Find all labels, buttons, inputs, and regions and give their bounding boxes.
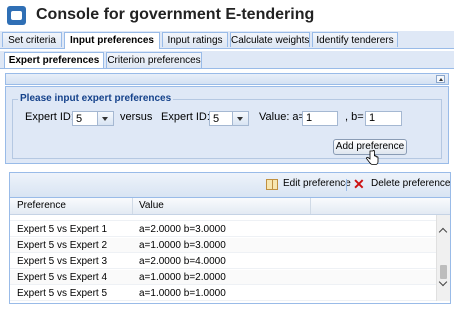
chevron-down-icon[interactable] (439, 279, 448, 288)
chevron-down-icon[interactable] (97, 112, 113, 125)
cell-value: a=2.0000 b=3.0000 (139, 224, 226, 235)
table-row[interactable]: Expert 5 vs Expert 3 a=2.0000 b=4.0000 (10, 254, 436, 269)
tab-input-preferences[interactable]: Input preferences (64, 32, 160, 49)
hand-pointer-icon (366, 150, 379, 165)
expert-id-label-2: Expert ID: (161, 111, 210, 123)
cell-value: a=1.0000 b=1.0000 (139, 288, 226, 299)
grid-toolbar: Edit preference ✕ Delete preference (10, 173, 451, 198)
expert-id-select-2[interactable]: 5 (209, 111, 249, 126)
red-x-icon[interactable]: ✕ (353, 177, 365, 191)
versus-label: versus (120, 111, 153, 123)
scrollbar-thumb[interactable] (440, 265, 447, 279)
value-a-input[interactable]: 1 (302, 111, 338, 126)
column-divider (132, 198, 133, 214)
value-a-label: Value: a= (259, 111, 305, 123)
expert-id-label: Expert ID: (25, 111, 74, 123)
form-panel-header (5, 73, 449, 85)
collapse-icon[interactable] (436, 75, 445, 83)
value-b-input[interactable]: 1 (365, 111, 402, 126)
cell-preference: Expert 5 vs Expert 1 (17, 224, 108, 235)
tab-criterion-preferences[interactable]: Criterion preferences (106, 52, 202, 68)
main-tab-strip: Set criteria Input preferences Input rat… (0, 31, 454, 49)
column-header-preference[interactable]: Preference (17, 200, 66, 211)
grid-scrollbar[interactable] (436, 215, 450, 301)
table-row[interactable] (10, 215, 436, 221)
tab-identify-tenderers[interactable]: Identify tenderers (312, 32, 398, 47)
cell-preference: Expert 5 vs Expert 4 (17, 272, 108, 283)
cell-preference: Expert 5 vs Expert 3 (17, 256, 108, 267)
toolbar-divider (346, 179, 347, 191)
grid-header: Preference Value (10, 198, 450, 215)
chevron-down-icon[interactable] (232, 112, 248, 125)
grid-body: Expert 5 vs Expert 1 a=2.0000 b=3.0000 E… (10, 215, 436, 301)
tab-calculate-weights[interactable]: Calculate weights (230, 32, 310, 47)
delete-preference-button[interactable]: Delete preference (371, 178, 451, 189)
table-row[interactable]: Expert 5 vs Expert 4 a=1.0000 b=2.0000 (10, 270, 436, 285)
cell-value: a=1.0000 b=3.0000 (139, 240, 226, 251)
table-row[interactable]: Expert 5 vs Expert 1 a=2.0000 b=3.0000 (10, 222, 436, 237)
table-row[interactable]: Expert 5 vs Expert 5 a=1.0000 b=1.0000 (10, 286, 436, 301)
sub-tab-strip: Expert preferences Criterion preferences (0, 51, 454, 69)
tab-set-criteria[interactable]: Set criteria (2, 32, 62, 47)
tab-expert-preferences[interactable]: Expert preferences (4, 52, 104, 68)
console-icon (7, 6, 26, 25)
expert-preference-form: Please input expert preferences Expert I… (5, 86, 449, 164)
cell-preference: Expert 5 vs Expert 5 (17, 288, 108, 299)
page-title: Console for government E-tendering (36, 6, 315, 23)
column-header-value[interactable]: Value (139, 200, 164, 211)
cell-value: a=1.0000 b=2.0000 (139, 272, 226, 283)
cell-preference: Expert 5 vs Expert 2 (17, 240, 108, 251)
expert-id-select-1[interactable]: 5 (72, 111, 114, 126)
cell-value: a=2.0000 b=4.0000 (139, 256, 226, 267)
value-b-label: , b= (345, 111, 364, 123)
preference-grid: Edit preference ✕ Delete preference Pref… (9, 172, 451, 304)
edit-preference-button[interactable]: Edit preference (283, 178, 351, 189)
fieldset-legend: Please input expert preferences (18, 93, 174, 104)
book-edit-icon[interactable] (266, 179, 278, 190)
table-row[interactable]: Expert 5 vs Expert 2 a=1.0000 b=3.0000 (10, 238, 436, 253)
title-bar: Console for government E-tendering (0, 0, 454, 32)
column-divider (310, 198, 311, 214)
tab-input-ratings[interactable]: Input ratings (162, 32, 228, 47)
chevron-up-icon[interactable] (439, 227, 448, 236)
